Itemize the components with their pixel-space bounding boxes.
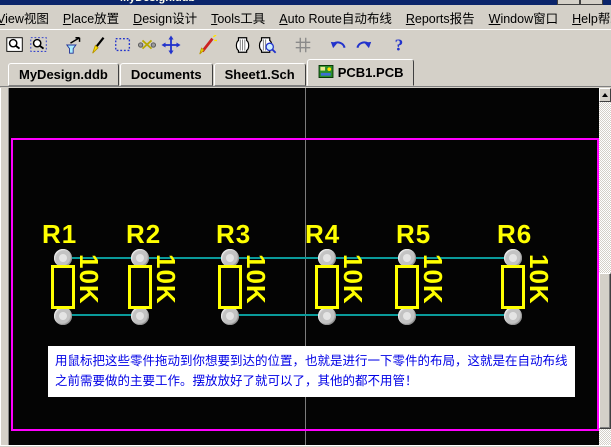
left-panel-edge[interactable] bbox=[0, 88, 9, 447]
ratsnest-line bbox=[63, 314, 140, 316]
value-label: 10K bbox=[76, 254, 102, 305]
component-body-outline bbox=[51, 265, 75, 309]
scroll-up-button[interactable] bbox=[599, 88, 611, 102]
annotation-line: 之前需要做的主要工作。摆放放好了就可以了，其他的都不用管！ bbox=[55, 371, 568, 391]
menu-view[interactable]: View视图 bbox=[0, 6, 49, 29]
pad-hole bbox=[59, 312, 67, 320]
designator-label: R5 bbox=[396, 222, 431, 246]
document-tab-bar: MyDesign.ddb Documents Sheet1.Sch PCB1.PCB bbox=[0, 58, 611, 86]
value-label: 10K bbox=[340, 254, 366, 305]
pad-hole bbox=[226, 312, 234, 320]
scrollbar-thumb[interactable] bbox=[599, 273, 611, 429]
pad-hole bbox=[136, 254, 144, 262]
probe-icon[interactable] bbox=[87, 33, 111, 57]
toolbar-group bbox=[291, 33, 315, 57]
move-icon[interactable] bbox=[159, 33, 183, 57]
highlight-pen-icon[interactable] bbox=[195, 33, 219, 57]
value-label: 10K bbox=[526, 254, 552, 305]
menu-design[interactable]: Design设计 bbox=[133, 6, 197, 29]
tab-label: PCB1.PCB bbox=[338, 65, 404, 80]
toolbar-group bbox=[327, 33, 375, 57]
component-body-outline bbox=[315, 265, 339, 309]
pad-hole bbox=[323, 312, 331, 320]
toolbar-group bbox=[63, 33, 183, 57]
menu-help[interactable]: Help帮助 bbox=[572, 6, 611, 29]
designator-label: R4 bbox=[305, 222, 340, 246]
tab-label: MyDesign.ddb bbox=[19, 67, 108, 82]
zoom-area-icon[interactable] bbox=[27, 33, 51, 57]
zoom-window-icon[interactable] bbox=[3, 33, 27, 57]
pad-hole bbox=[403, 254, 411, 262]
pad-hole bbox=[403, 312, 411, 320]
pad-hole bbox=[323, 254, 331, 262]
toolbar-group bbox=[231, 33, 279, 57]
component-body-outline bbox=[128, 265, 152, 309]
select-area-icon[interactable] bbox=[111, 33, 135, 57]
tab-label: Documents bbox=[131, 67, 202, 82]
menu-tools[interactable]: Tools工具 bbox=[211, 6, 265, 29]
pad bbox=[54, 307, 72, 325]
component-body-outline bbox=[501, 265, 525, 309]
value-label: 10K bbox=[420, 254, 446, 305]
ratsnest-line bbox=[230, 314, 513, 316]
value-label: 10K bbox=[153, 254, 179, 305]
designator-label: R6 bbox=[497, 222, 532, 246]
menu-place[interactable]: Place放置 bbox=[63, 6, 119, 29]
pad-hole bbox=[59, 254, 67, 262]
annotation-text: 用鼠标把这些零件拖动到你想要到达的位置，也就是进行一下零件的布局，这就是在自动布… bbox=[48, 346, 575, 397]
pad bbox=[318, 307, 336, 325]
library-search-icon[interactable] bbox=[255, 33, 279, 57]
menu-window[interactable]: Window窗口 bbox=[489, 6, 558, 29]
pcb-editor-window: MyDesign.ddb View视图 Place放置 Design设计 Tools工… bbox=[0, 0, 611, 447]
toolbar-group: ? bbox=[387, 33, 411, 57]
menu-reports[interactable]: Reports报告 bbox=[406, 6, 475, 29]
component-body-outline bbox=[395, 265, 419, 309]
designator-label: R2 bbox=[126, 222, 161, 246]
pad bbox=[221, 307, 239, 325]
tab-sheet1-sch[interactable]: Sheet1.Sch bbox=[214, 63, 306, 86]
workspace: 用鼠标把这些零件拖动到你想要到达的位置，也就是进行一下零件的布局，这就是在自动布… bbox=[0, 86, 611, 447]
designator-label: R1 bbox=[42, 222, 77, 246]
pad-hole bbox=[226, 254, 234, 262]
pcb-canvas[interactable]: 用鼠标把这些零件拖动到你想要到达的位置，也就是进行一下零件的布局，这就是在自动布… bbox=[9, 88, 599, 447]
filter-icon[interactable] bbox=[63, 33, 87, 57]
redo-icon[interactable] bbox=[351, 33, 375, 57]
tab-pcb1-pcb[interactable]: PCB1.PCB bbox=[307, 59, 415, 86]
pad bbox=[504, 307, 522, 325]
menu-auto-route[interactable]: Auto Route自动布线 bbox=[279, 6, 392, 29]
vertical-scrollbar[interactable] bbox=[599, 88, 611, 447]
value-label: 10K bbox=[243, 254, 269, 305]
component-body-outline bbox=[218, 265, 242, 309]
pad-hole bbox=[509, 312, 517, 320]
menu-bar: View视图 Place放置 Design设计 Tools工具 Auto Route自动… bbox=[0, 5, 611, 29]
pad bbox=[398, 307, 416, 325]
tab-label: Sheet1.Sch bbox=[225, 67, 295, 82]
annotation-line: 用鼠标把这些零件拖动到你想要到达的位置，也就是进行一下零件的布局，这就是在自动布… bbox=[55, 351, 568, 371]
tab-documents[interactable]: Documents bbox=[120, 63, 213, 86]
grid-icon[interactable] bbox=[291, 33, 315, 57]
tab-mydesign-ddb[interactable]: MyDesign.ddb bbox=[8, 63, 119, 86]
pcb-doc-icon bbox=[318, 65, 334, 81]
toolbar-group bbox=[3, 33, 51, 57]
pad bbox=[131, 307, 149, 325]
help-icon[interactable]: ? bbox=[387, 33, 411, 57]
deselect-icon[interactable] bbox=[135, 33, 159, 57]
svg-text:?: ? bbox=[395, 35, 404, 54]
designator-label: R3 bbox=[216, 222, 251, 246]
pad-hole bbox=[136, 312, 144, 320]
title-text: MyDesign.ddb bbox=[120, 0, 611, 4]
toolbar: ? bbox=[0, 29, 611, 59]
toolbar-group bbox=[195, 33, 219, 57]
library-icon[interactable] bbox=[231, 33, 255, 57]
undo-icon[interactable] bbox=[327, 33, 351, 57]
pad-hole bbox=[509, 254, 517, 262]
arrow-up-icon bbox=[602, 93, 608, 97]
